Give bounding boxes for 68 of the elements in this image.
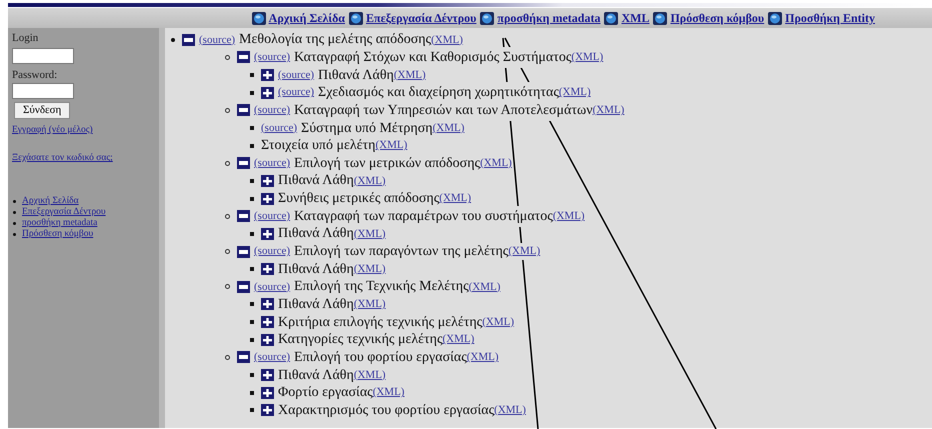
collapse-icon[interactable] xyxy=(237,157,250,170)
bullet-icon xyxy=(250,408,254,412)
expand-icon[interactable] xyxy=(261,192,274,205)
password-field[interactable] xyxy=(12,83,74,99)
expand-icon[interactable] xyxy=(261,316,274,328)
bullet-icon xyxy=(225,354,230,360)
expand-icon[interactable] xyxy=(261,334,274,346)
expand-icon[interactable] xyxy=(261,368,274,381)
collapse-icon[interactable] xyxy=(182,34,195,46)
forgot-password-link[interactable]: Ξεχάσατε τον κωδικό σας; xyxy=(12,151,113,166)
bullet-icon xyxy=(250,390,254,395)
bullet-icon xyxy=(250,320,254,324)
bullet-icon xyxy=(250,372,254,377)
collapse-icon[interactable] xyxy=(237,51,250,64)
collapse-icon[interactable] xyxy=(237,351,250,364)
expand-icon[interactable] xyxy=(261,263,274,276)
bullet-icon xyxy=(225,108,230,113)
bullet-icon xyxy=(250,302,254,306)
expand-icon[interactable] xyxy=(261,174,274,187)
bullet-icon xyxy=(13,200,16,202)
bullet-icon xyxy=(250,126,254,130)
xml-link[interactable]: (XML) xyxy=(508,243,540,260)
bullet-icon xyxy=(250,144,254,148)
login-field[interactable] xyxy=(12,48,74,64)
globe-icon xyxy=(653,12,668,24)
expand-icon[interactable] xyxy=(261,404,274,416)
bullet-icon xyxy=(225,54,230,60)
bullet-icon xyxy=(225,284,230,290)
bullet-icon xyxy=(225,160,230,166)
tree-node-label: Καταγραφή Στόχων και Καθορισμός Συστήματος xyxy=(294,46,572,68)
nav-link[interactable]: Προσθήκη Entity xyxy=(768,9,875,27)
collapse-icon[interactable] xyxy=(237,246,250,258)
bullet-icon xyxy=(13,222,16,224)
collapse-icon[interactable] xyxy=(237,104,250,116)
collapse-icon[interactable] xyxy=(237,280,250,293)
expand-icon[interactable] xyxy=(261,69,274,82)
bullet-icon xyxy=(225,214,230,219)
password-label: Password: xyxy=(12,68,58,82)
bullet-icon xyxy=(225,249,230,254)
bullet-icon xyxy=(171,38,175,42)
nav-link[interactable]: Επεξεργασία Δέντρου xyxy=(349,9,476,27)
expand-icon[interactable] xyxy=(261,86,274,99)
bullet-icon xyxy=(250,90,254,95)
bullet-icon xyxy=(13,210,16,214)
bullet-icon xyxy=(250,73,254,78)
globe-icon xyxy=(768,12,782,24)
register-link[interactable]: Εγγραφή (νέο μέλος) xyxy=(12,123,93,138)
bullet-icon xyxy=(13,232,16,236)
collapse-icon[interactable] xyxy=(237,210,250,222)
globe-icon xyxy=(604,12,618,24)
expand-icon[interactable] xyxy=(261,386,274,399)
bullet-icon xyxy=(250,178,254,183)
globe-icon xyxy=(480,12,494,24)
expand-icon[interactable] xyxy=(261,228,274,240)
nav-link[interactable]: XML xyxy=(604,9,650,27)
expand-icon[interactable] xyxy=(261,298,274,310)
nav-link[interactable]: Αρχική Σελίδα xyxy=(252,9,345,27)
globe-icon xyxy=(252,12,266,24)
login-label: Login xyxy=(12,31,40,46)
bullet-icon xyxy=(250,232,254,236)
bullet-icon xyxy=(250,338,254,342)
nav-link[interactable]: Πρόσθεση κόμβου xyxy=(653,9,764,27)
bullet-icon xyxy=(250,267,254,272)
nav-link[interactable]: προσθήκη metadata xyxy=(480,9,600,27)
bullet-icon xyxy=(250,196,254,201)
tree-node-label: Καταγραφή των παραμέτρων του συστήματος xyxy=(294,206,553,227)
login-button[interactable]: Σύνδεση xyxy=(14,102,70,119)
globe-icon xyxy=(349,12,363,24)
